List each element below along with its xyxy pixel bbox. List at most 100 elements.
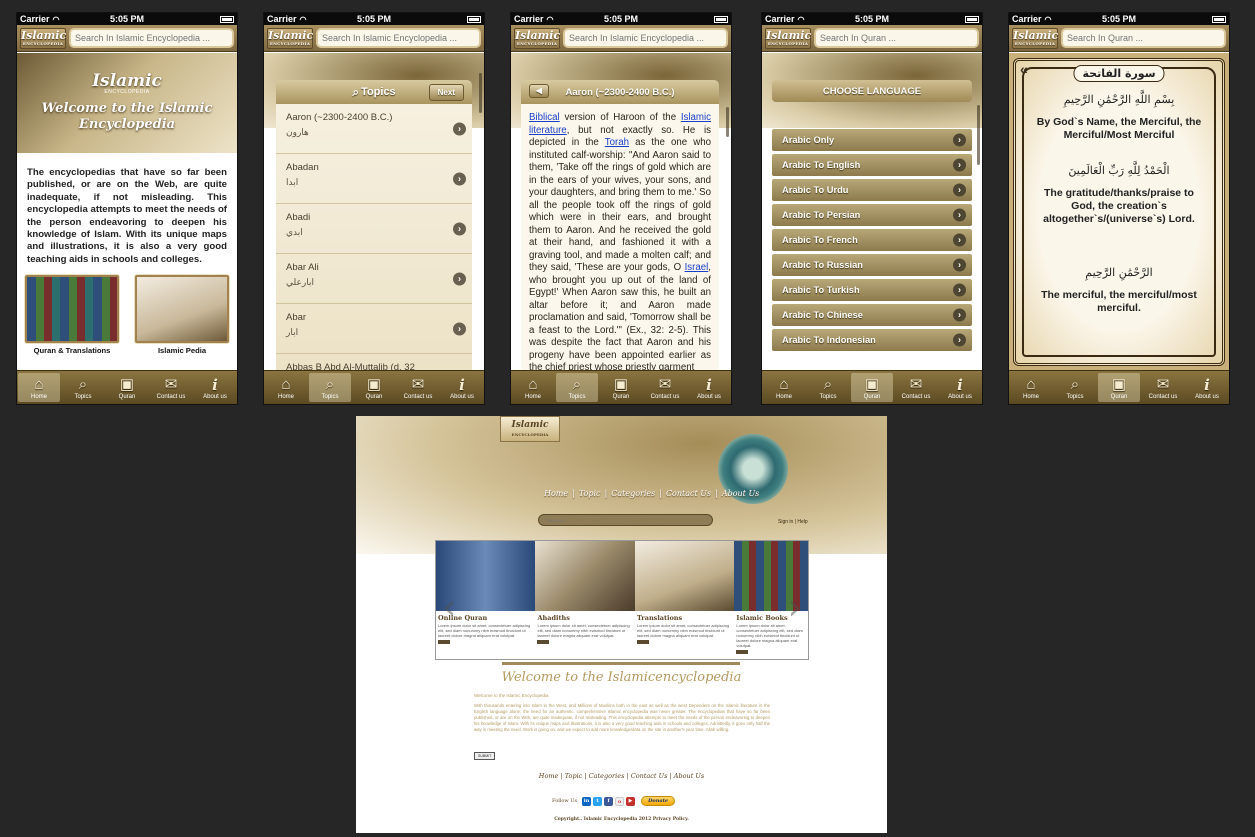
more-button[interactable] — [438, 640, 450, 644]
more-button[interactable] — [736, 650, 749, 654]
language-option[interactable]: Arabic To Urdu › — [772, 179, 972, 201]
tab-quran[interactable]: ▣ Quran — [600, 373, 642, 402]
search-input[interactable] — [814, 28, 979, 48]
donate-button[interactable]: Donate — [641, 796, 676, 806]
list-item[interactable]: Abar ابار › — [276, 304, 472, 354]
twitter-icon[interactable]: t — [593, 796, 603, 806]
website-search-input[interactable] — [538, 514, 713, 526]
footer-nav: Home | Topic | Categories | Contact Us |… — [538, 772, 705, 780]
tab-topics[interactable]: ⌕ Topics — [62, 373, 104, 402]
tab-home[interactable]: ⌂ Home — [763, 373, 805, 402]
next-button[interactable]: Next — [428, 84, 464, 101]
list-item[interactable]: Abar Ali ابارعلي › — [276, 254, 472, 304]
list-item[interactable]: Abadi ابدي › — [276, 204, 472, 254]
scrollbar[interactable] — [726, 107, 729, 137]
tab-contact[interactable]: ✉ Contact us — [1142, 373, 1184, 402]
link-israel[interactable]: Israel — [685, 262, 709, 273]
tab-quran[interactable]: ▣ Quran — [1098, 373, 1140, 402]
nav-about[interactable]: About Us — [722, 489, 759, 498]
website-header-background — [356, 416, 887, 554]
nav-topic[interactable]: Topic — [579, 489, 601, 498]
footer-categories[interactable]: Categories — [589, 772, 625, 780]
tab-home[interactable]: ⌂ Home — [18, 373, 60, 402]
topics-title: Topics — [361, 86, 396, 98]
submit-button[interactable]: SUBMIT — [474, 752, 496, 760]
chevron-left-icon[interactable]: ‹ — [442, 587, 456, 628]
search-input[interactable] — [563, 28, 728, 48]
tab-label: Home — [775, 394, 792, 400]
list-item[interactable]: Abadan ابدا › — [276, 154, 472, 204]
top-bar: Islamic ENCYCLOPEDIA — [264, 25, 484, 52]
tab-topics[interactable]: ⌕ Topics — [556, 373, 598, 402]
tab-about[interactable]: i About us — [194, 373, 236, 402]
house-icon: ⌂ — [528, 376, 538, 393]
search-input[interactable] — [1061, 28, 1226, 48]
nav-categories[interactable]: Categories — [611, 489, 655, 498]
tab-quran[interactable]: ▣ Quran — [353, 373, 395, 402]
search-input[interactable] — [69, 28, 234, 48]
orkut-icon[interactable]: o — [615, 796, 625, 806]
tab-contact[interactable]: ✉ Contact us — [397, 373, 439, 402]
footer-home[interactable]: Home — [539, 772, 559, 780]
tab-about[interactable]: i About us — [939, 373, 981, 402]
facebook-icon[interactable]: f — [604, 796, 614, 806]
tab-about[interactable]: i About us — [1186, 373, 1228, 402]
footer-topic[interactable]: Topic — [565, 772, 583, 780]
tab-label: Topics — [1066, 394, 1084, 400]
language-option[interactable]: Arabic To Chinese › — [772, 304, 972, 326]
chevron-right-icon[interactable]: › — [788, 587, 802, 628]
tab-quran[interactable]: ▣ Quran — [851, 373, 893, 402]
tab-home[interactable]: ⌂ Home — [1010, 373, 1052, 402]
topic-arabic: هارون — [286, 127, 309, 137]
tab-topics[interactable]: ⌕ Topics — [1054, 373, 1096, 402]
welcome-subheading: Welcome to the Islamic Encyclopedia — [474, 693, 549, 698]
tab-contact[interactable]: ✉ Contact us — [644, 373, 686, 402]
link-torah[interactable]: Torah — [605, 137, 629, 148]
tab-topics[interactable]: ⌕ Topics — [309, 373, 351, 402]
scrollbar[interactable] — [479, 73, 482, 113]
footer-contact[interactable]: Contact Us — [631, 772, 668, 780]
tab-label: Quran — [365, 394, 383, 400]
gallery-item[interactable]: Ahadiths Lorem ipsum dolor sit amet, cons… — [535, 541, 635, 659]
tab-home[interactable]: ⌂ Home — [265, 373, 307, 402]
language-option[interactable]: Arabic To Russian › — [772, 254, 972, 276]
more-button[interactable] — [636, 640, 649, 644]
gallery-item[interactable]: Translations Lorem ipsum dolor sit amet, … — [634, 541, 735, 659]
youtube-icon[interactable]: ▶ — [626, 796, 636, 806]
more-button[interactable] — [537, 640, 550, 644]
tab-label: Quran — [863, 394, 881, 400]
nav-home[interactable]: Home — [544, 489, 568, 498]
tab-quran[interactable]: ▣ Quran — [106, 373, 148, 402]
tab-label: About us — [203, 394, 227, 400]
language-option[interactable]: Arabic To French › — [772, 229, 972, 251]
tab-label: Topics — [321, 394, 339, 400]
link-biblical[interactable]: Biblical — [529, 112, 560, 123]
back-button[interactable]: ◀ — [529, 84, 549, 98]
list-item[interactable]: Abbas B Abd Al-Muttalib (d. 32 — [276, 354, 472, 370]
tab-about[interactable]: i About us — [441, 373, 483, 402]
language-option[interactable]: Arabic To English › — [772, 154, 972, 176]
footer-about[interactable]: About Us — [674, 772, 704, 780]
islamic-pedia-tile[interactable]: Islamic Pedia — [135, 275, 229, 355]
tab-home[interactable]: ⌂ Home — [512, 373, 554, 402]
linkedin-icon[interactable]: in — [582, 796, 592, 806]
scrollbar[interactable] — [977, 105, 980, 165]
nav-contact[interactable]: Contact Us — [666, 489, 711, 498]
tab-about[interactable]: i About us — [688, 373, 730, 402]
language-option[interactable]: Arabic Only › — [772, 129, 972, 151]
quran-translations-tile[interactable]: Quran & Translations — [25, 275, 119, 355]
tab-topics[interactable]: ⌕ Topics — [807, 373, 849, 402]
tab-contact[interactable]: ✉ Contact us — [895, 373, 937, 402]
magnifier-icon: ⌕ — [325, 376, 335, 393]
search-input[interactable] — [316, 28, 481, 48]
tab-label: Home — [277, 394, 294, 400]
signin-help-link[interactable]: Sign in | Help — [778, 519, 808, 525]
tab-contact[interactable]: ✉ Contact us — [150, 373, 192, 402]
language-option[interactable]: Arabic To Persian › — [772, 204, 972, 226]
list-item[interactable]: Aaron (~2300-2400 B.C.) هارون › — [276, 104, 472, 154]
language-option[interactable]: Arabic To Turkish › — [772, 279, 972, 301]
double-chevron-left-icon[interactable]: « — [1020, 61, 1028, 77]
topic-arabic: ابدي — [286, 227, 303, 237]
website-logo[interactable]: Islamic ENCYCLOPEDIA — [500, 416, 560, 442]
language-option[interactable]: Arabic To Indonesian › — [772, 329, 972, 351]
